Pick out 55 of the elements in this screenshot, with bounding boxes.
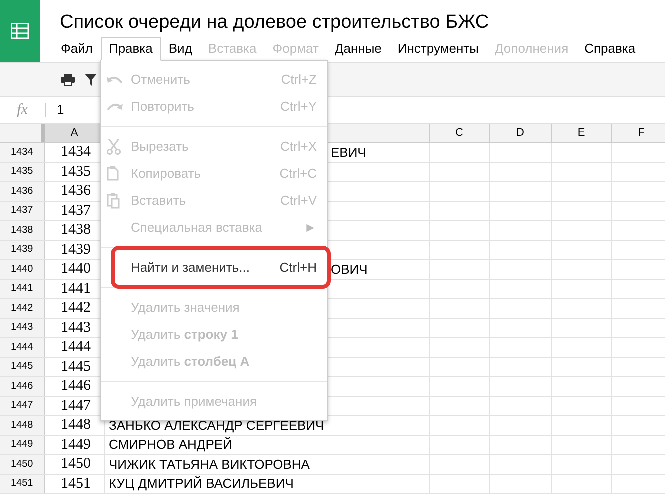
document-title[interactable]: Список очереди на долевое строительство БЖС <box>60 11 644 35</box>
table-cell-text: 1436 <box>60 182 91 200</box>
column-header[interactable]: D <box>516 124 524 142</box>
menu-item[interactable]: Инструменты <box>390 37 487 60</box>
filter-icon[interactable] <box>85 74 97 86</box>
column-header[interactable]: E <box>578 124 586 142</box>
shortcut-label: Ctrl+Z <box>281 70 317 89</box>
table-cell-text: ЗАНЬКО АЛЕКСАНДР СЕРГЕЕВИЧ <box>109 416 324 434</box>
menu-item[interactable]: Файл <box>53 37 101 60</box>
table-cell-text: 1442 <box>60 299 91 318</box>
table-cell-text: 1437 <box>60 202 91 220</box>
shortcut-label: Ctrl+Y <box>280 98 317 116</box>
shortcut-label: Ctrl+C <box>280 164 317 183</box>
clipboard-icon <box>107 192 120 208</box>
table-cell-text: ЧИЖИК ТАТЬЯНА ВИКТОРОВНА <box>109 456 310 474</box>
table-cell-text: 1445 <box>60 358 91 376</box>
table-cell-text: 1438 <box>60 221 91 240</box>
menu-option[interactable]: Найти и заменить... <box>131 258 280 278</box>
menu-item[interactable]: Данные <box>326 37 390 60</box>
shortcut-label: Ctrl+X <box>280 138 317 156</box>
table-cell-text: 1449 <box>60 436 91 454</box>
menu-item[interactable]: Справка <box>576 37 644 60</box>
table-cell-text: 1440 <box>60 260 91 278</box>
table-cell-text: 1435 <box>60 162 91 181</box>
table-cell-text: 1447 <box>60 396 91 415</box>
table-cell-text: ОВИЧ <box>331 260 368 278</box>
table-cell-text: СМИРНОВ АНДРЕЙ <box>109 436 232 454</box>
table-cell-text: 1439 <box>60 240 91 259</box>
table-cell-text: 1446 <box>60 377 91 396</box>
table-cell-text: 1451 <box>60 474 91 493</box>
table-cell-text: 1434 <box>60 143 91 162</box>
table-cell-text: 1448 <box>60 416 91 434</box>
formula-field[interactable]: 1 <box>57 100 64 120</box>
menu-item[interactable]: Вид <box>160 37 200 60</box>
table-cell-text: 1441 <box>60 280 91 298</box>
column-header[interactable]: C <box>456 124 464 142</box>
table-cell-text: КУЦ ДМИТРИЙ ВАСИЛЬЕВИЧ <box>109 475 294 493</box>
table-cell-text: 1443 <box>60 318 91 337</box>
table-cell-text: 1450 <box>60 455 91 474</box>
table-cell-text: ЕВИЧ <box>331 144 366 162</box>
spreadsheet-icon <box>11 23 29 39</box>
print-icon[interactable] <box>61 74 75 86</box>
column-header[interactable]: F <box>638 124 645 142</box>
shortcut-label: Ctrl+V <box>280 192 317 210</box>
shortcut-label: ► <box>304 218 317 237</box>
undo-icon <box>107 74 123 84</box>
column-header[interactable]: A <box>70 124 78 142</box>
copy-icon <box>107 166 119 181</box>
menu-item[interactable]: Правка <box>100 37 161 61</box>
function-label: fx <box>17 100 28 120</box>
scissors-icon <box>107 138 121 154</box>
table-cell-text: 1444 <box>60 338 91 356</box>
app-logo[interactable] <box>0 0 40 62</box>
redo-icon <box>107 102 123 112</box>
shortcut-label: Ctrl+H <box>280 258 317 277</box>
